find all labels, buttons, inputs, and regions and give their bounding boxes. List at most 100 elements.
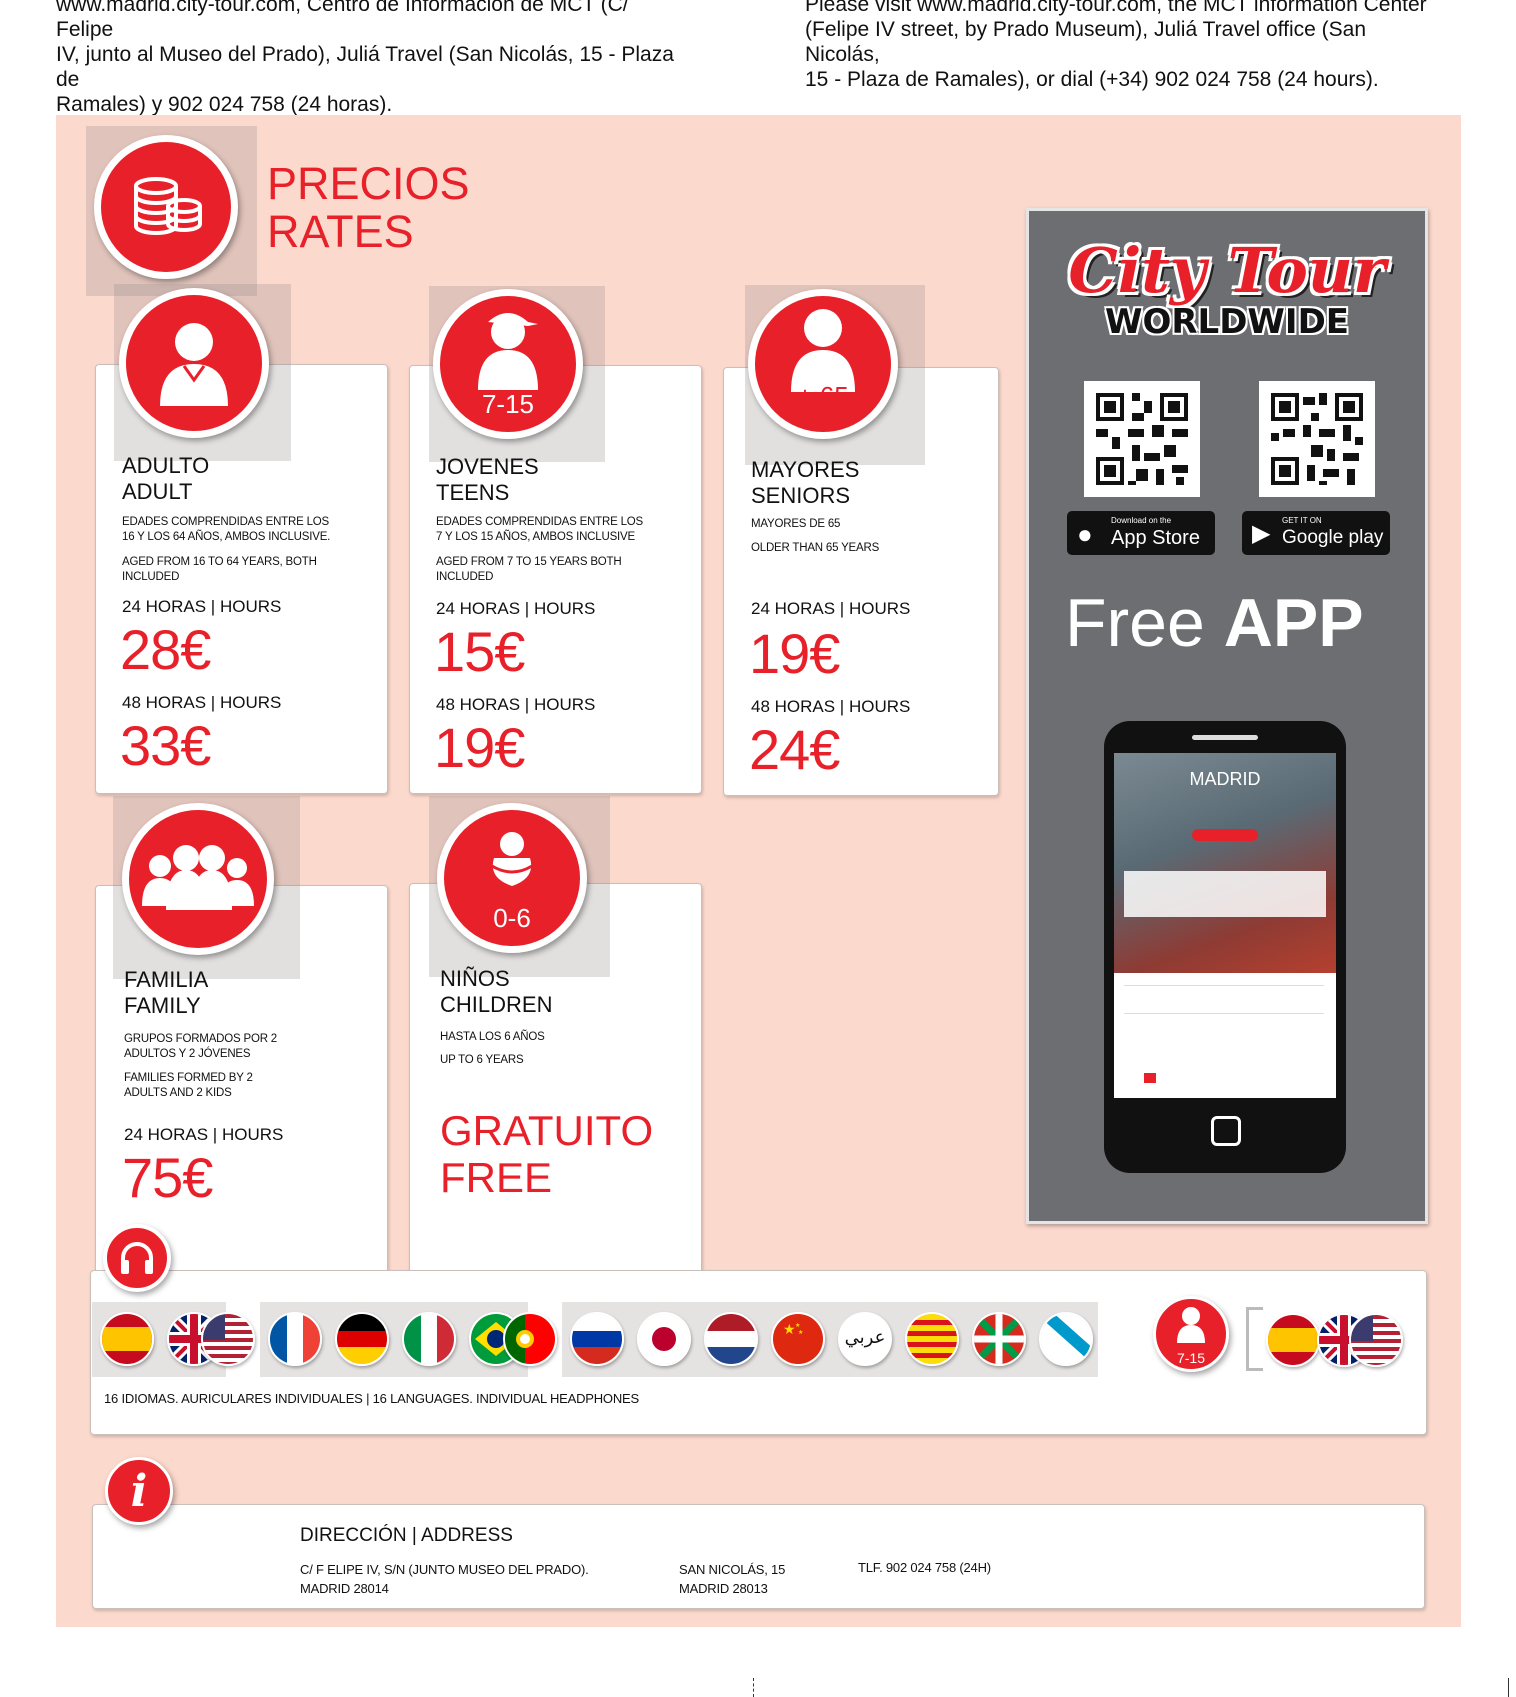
teens-title: JOVENES TEENS <box>436 454 539 506</box>
family-group-icon <box>122 803 274 955</box>
teen-audio-badge: 7-15 <box>1176 1350 1206 1366</box>
address-2: SAN NICOLÁS, 15 MADRID 28013 <box>679 1560 785 1598</box>
teens-48h-price: 19€ <box>434 716 525 779</box>
info-icon: i <box>105 1457 173 1525</box>
google-play-big: Google play <box>1282 527 1384 548</box>
rates-title: PRECIOS RATES <box>267 160 470 256</box>
phone-screen: MADRID <box>1114 753 1336 1098</box>
teens-title-es: JOVENES <box>436 454 539 479</box>
adult-48h-price: 33€ <box>120 714 211 777</box>
headphones-icon <box>103 1224 171 1292</box>
teens-badge: 7-15 <box>481 389 535 419</box>
worldwide-text: WORLDWIDE <box>1104 302 1350 342</box>
intro-en-line1: Please visit www.madrid.city-tour.com, t… <box>805 0 1427 16</box>
phone-city: MADRID <box>1189 769 1261 789</box>
phone-cta <box>1192 829 1258 841</box>
rates-title-en: RATES <box>267 206 414 257</box>
galicia-flag[interactable] <box>1039 1312 1093 1366</box>
china-flag[interactable]: ★ ★ ★ <box>771 1312 825 1366</box>
qr-code-android[interactable] <box>1259 381 1375 497</box>
intro-en-line3: 15 - Plaza de Ramales), or dial (+34) 90… <box>805 68 1379 91</box>
adult-desc-en: AGED FROM 16 TO 64 YEARS, BOTH INCLUDED <box>122 556 317 583</box>
play-icon: ▶ <box>1252 520 1271 547</box>
google-play-small: GET IT ON <box>1282 516 1322 525</box>
children-desc-en: UP TO 6 YEARS <box>440 1054 524 1066</box>
seniors-24h-price: 19€ <box>749 622 840 685</box>
intro-es: www.madrid.city-tour.com, Centro de Info… <box>56 0 686 117</box>
seniors-48h-label: 48 HORAS | HOURS <box>751 697 911 716</box>
adult-title-es: ADULTO <box>122 453 210 478</box>
phone-speaker <box>1192 735 1258 740</box>
family-title-es: FAMILIA <box>124 967 209 992</box>
family-title-en: FAMILY <box>124 993 201 1018</box>
phone-menu-row-1 <box>1124 985 1324 986</box>
seniors-desc-en: OLDER THAN 65 YEARS <box>751 542 880 554</box>
teens-48h-label: 48 HORAS | HOURS <box>436 695 596 714</box>
address-1-line2: MADRID 28014 <box>300 1581 389 1596</box>
usa-flag[interactable] <box>201 1312 255 1366</box>
adult-48h-label: 48 HORAS | HOURS <box>122 693 282 712</box>
city-tour-logo-text: City Tour <box>1068 234 1386 307</box>
coins-icon <box>94 135 238 279</box>
free-word: Free <box>1065 585 1205 661</box>
address-phone: TLF. 902 024 758 (24H) <box>858 1560 991 1575</box>
spain-flag[interactable] <box>100 1312 154 1366</box>
app-promo[interactable]: City Tour WORLDWIDE ● Download on the Ap… <box>1026 208 1428 1224</box>
seniors-title: MAYORES SENIORS <box>751 457 859 509</box>
russia-flag[interactable] <box>570 1312 624 1366</box>
bracket <box>1246 1307 1263 1371</box>
smartphone: MADRID <box>1104 721 1346 1173</box>
adult-24h-price: 28€ <box>120 618 211 681</box>
city-tour-logo: City Tour WORLDWIDE <box>1049 234 1405 342</box>
family-desc-en: FAMILIES FORMED BY 2 ADULTS AND 2 KIDS <box>124 1072 253 1099</box>
adult-person-icon <box>119 288 269 438</box>
svg-text:★: ★ <box>798 1329 803 1336</box>
arabic-label: عربي <box>844 1327 886 1348</box>
address-2-line1: SAN NICOLÁS, 15 <box>679 1562 786 1577</box>
children-title-es: NIÑOS <box>440 966 510 991</box>
intro-es-line3: Ramales) y 902 024 758 (24 horas). <box>56 93 393 116</box>
senior-person-icon: + 65 <box>748 289 898 439</box>
apple-icon: ● <box>1077 519 1093 549</box>
family-desc-es: GRUPOS FORMADOS POR 2 ADULTOS Y 2 JÓVENE… <box>124 1033 277 1060</box>
seniors-badge: + 65 <box>797 381 849 411</box>
seniors-desc-es: MAYORES DE 65 <box>751 518 841 530</box>
arabic-flag[interactable]: عربي <box>838 1312 892 1366</box>
free-app-text: Free APP <box>1065 584 1364 662</box>
adult-title: ADULTO ADULT <box>122 453 209 505</box>
address-1: C/ F ELIPE IV, S/N (JUNTO MUSEO DEL PRAD… <box>300 1560 589 1598</box>
family-title: FAMILIA FAMILY <box>124 967 208 1019</box>
japan-flag[interactable] <box>637 1312 691 1366</box>
basque-flag[interactable] <box>972 1312 1026 1366</box>
seniors-24h-label: 24 HORAS | HOURS <box>751 599 911 618</box>
teens-title-en: TEENS <box>436 480 510 505</box>
seniors-48h-price: 24€ <box>749 718 840 781</box>
teens-desc-es: EDADES COMPRENDIDAS ENTRE LOS 7 Y LOS 15… <box>436 516 643 543</box>
app-word: APP <box>1223 585 1364 661</box>
app-store-small: Download on the <box>1111 516 1172 525</box>
children-free: GRATUITO FREE <box>440 1107 653 1201</box>
intro-en: Please visit www.madrid.city-tour.com, t… <box>805 0 1445 92</box>
qr-code-ios[interactable] <box>1084 381 1200 497</box>
catalonia-flag[interactable] <box>905 1312 959 1366</box>
languages-note: 16 IDIOMAS. AURICULARES INDIVIDUALES | 1… <box>104 1391 639 1406</box>
teens-desc-en: AGED FROM 7 TO 15 YEARS BOTH INCLUDED <box>436 556 622 583</box>
germany-flag[interactable] <box>335 1312 389 1366</box>
intro-es-line1: www.madrid.city-tour.com, Centro de Info… <box>56 0 629 41</box>
phone-home-tab <box>1144 1073 1156 1083</box>
rates-title-es: PRECIOS <box>267 158 470 209</box>
children-free-es: GRATUITO <box>440 1107 654 1154</box>
intro-es-line2: IV, junto al Museo del Prado), Juliá Tra… <box>56 43 674 91</box>
seniors-title-en: SENIORS <box>751 483 851 508</box>
italy-flag[interactable] <box>402 1312 456 1366</box>
app-store-button[interactable]: ● Download on the App Store <box>1067 511 1215 555</box>
usa-flag-teen[interactable] <box>1349 1313 1403 1367</box>
app-store-big: App Store <box>1111 527 1200 549</box>
netherlands-flag[interactable] <box>704 1312 758 1366</box>
portugal-flag[interactable] <box>503 1312 557 1366</box>
google-play-button[interactable]: ▶ GET IT ON Google play <box>1242 511 1390 555</box>
spain-flag-teen[interactable] <box>1266 1313 1320 1367</box>
phone-weather-bar <box>1124 871 1326 917</box>
teen-audio-icon: 7-15 <box>1153 1296 1229 1372</box>
france-flag[interactable] <box>268 1312 322 1366</box>
